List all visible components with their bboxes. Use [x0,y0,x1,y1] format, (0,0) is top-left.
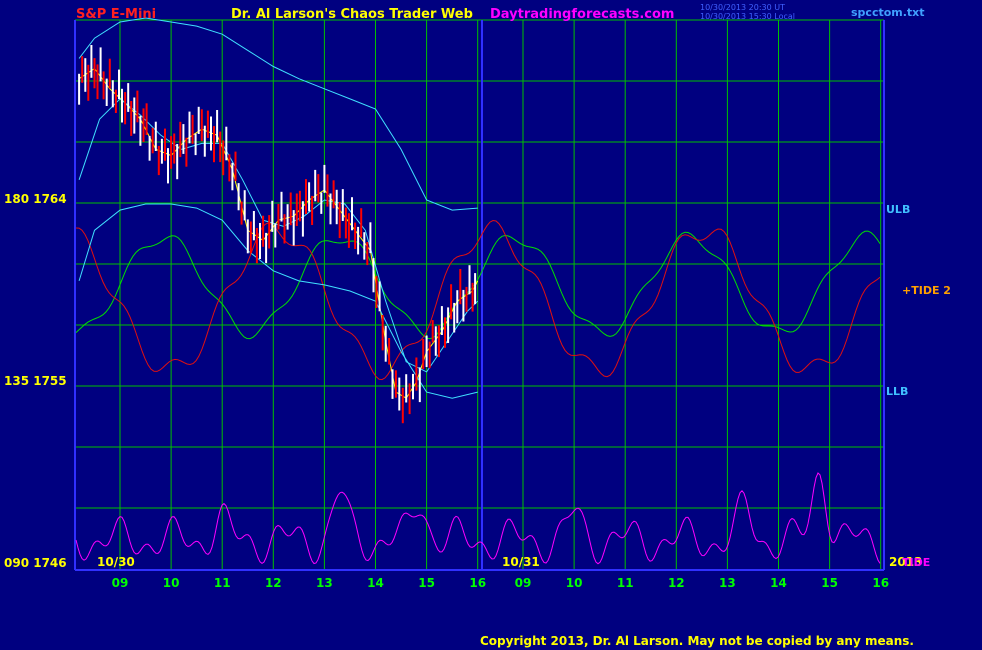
x-tick-label: 15 [821,576,838,590]
symbol-label: S&P E-Mini [76,7,156,22]
x-tick-label: 12 [265,576,282,590]
date-label: 10/30 [97,555,135,569]
x-tick-label: 11 [214,576,231,590]
timestamp-local: 10/30/2013 15:30 Local [700,12,795,21]
y-tick-label: 090 1746 [4,556,67,570]
y-tick-label: 180 1764 [4,192,67,206]
copyright: Copyright 2013, Dr. Al Larson. May not b… [480,634,914,648]
site-label: Daytradingforecasts.com [490,7,674,22]
x-tick-label: 15 [418,576,435,590]
chart-title: Dr. Al Larson's Chaos Trader Web [231,7,473,22]
llb-label: LLB [886,385,908,398]
ulb-label: ULB [886,203,910,216]
x-tick-label: 11 [617,576,634,590]
x-tick-label: 13 [316,576,333,590]
x-tick-label: 14 [770,576,787,590]
x-tick-label: 10 [566,576,583,590]
tide-label: TIDE [902,556,930,569]
x-tick-label: 14 [367,576,384,590]
x-tick-label: 16 [469,576,486,590]
x-tick-label: 16 [872,576,889,590]
timestamp-ut: 10/30/2013 20:30 UT [700,3,785,12]
y-tick-label: 135 1755 [4,374,67,388]
date-label: 10/31 [502,555,540,569]
x-tick-label: 09 [515,576,532,590]
tide2-label: +TIDE 2 [902,284,951,297]
file-label: spcctom.txt [851,6,925,19]
x-tick-label: 10 [163,576,180,590]
x-tick-label: 13 [719,576,736,590]
chart: S&P E-Mini Dr. Al Larson's Chaos Trader … [0,0,982,650]
x-tick-label: 09 [112,576,129,590]
x-tick-label: 12 [668,576,685,590]
